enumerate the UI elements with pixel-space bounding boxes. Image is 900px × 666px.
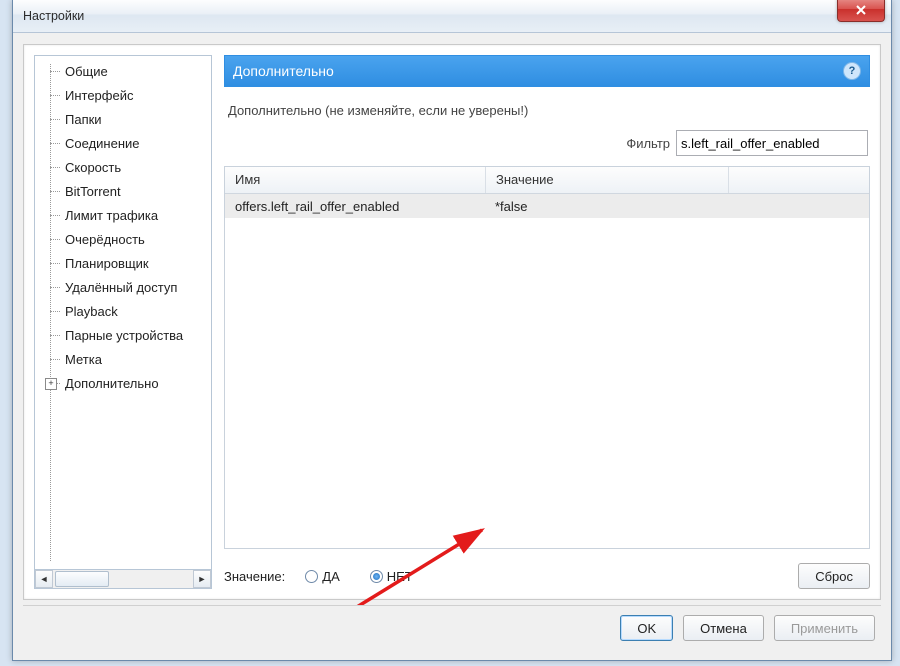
tree-item-label: Playback bbox=[65, 304, 118, 319]
category-tree[interactable]: Общие Интерфейс Папки Соединение Скорост… bbox=[34, 55, 212, 570]
pane-subtext: Дополнительно (не изменяйте, если не уве… bbox=[228, 103, 866, 118]
tree-item-label: Очерёдность bbox=[65, 232, 145, 247]
tree-item-general[interactable]: Общие bbox=[35, 60, 211, 84]
tree-item-queue[interactable]: Очерёдность bbox=[35, 228, 211, 252]
expand-icon[interactable]: + bbox=[45, 378, 57, 390]
help-icon[interactable]: ? bbox=[843, 62, 861, 80]
radio-no-label: НЕТ bbox=[387, 569, 413, 584]
tree-item-label: BitTorrent bbox=[65, 184, 121, 199]
dialog-body: Общие Интерфейс Папки Соединение Скорост… bbox=[23, 44, 881, 600]
close-icon bbox=[855, 4, 867, 16]
column-name[interactable]: Имя bbox=[225, 167, 486, 193]
tree-item-label: Скорость bbox=[65, 160, 121, 175]
tree-item-label: Удалённый доступ bbox=[65, 280, 177, 295]
radio-yes-wrap[interactable]: ДА bbox=[305, 569, 339, 584]
tree-horizontal-scrollbar[interactable]: ◄ ► bbox=[34, 570, 212, 589]
tree-item-label: Дополнительно bbox=[65, 376, 159, 391]
dialog-footer: OK Отмена Применить bbox=[23, 605, 881, 650]
filter-label: Фильтр bbox=[626, 136, 670, 151]
tree-item-label: Метка bbox=[65, 352, 102, 367]
tree-item-label[interactable]: Метка bbox=[35, 348, 211, 372]
reset-button[interactable]: Сброс bbox=[798, 563, 870, 589]
category-tree-wrap: Общие Интерфейс Папки Соединение Скорост… bbox=[34, 55, 212, 589]
cell-name: offers.left_rail_offer_enabled bbox=[225, 199, 485, 214]
radio-no[interactable] bbox=[370, 570, 383, 583]
scroll-thumb[interactable] bbox=[55, 571, 109, 587]
tree-item-playback[interactable]: Playback bbox=[35, 300, 211, 324]
tree-item-label: Интерфейс bbox=[65, 88, 133, 103]
ok-button[interactable]: OK bbox=[620, 615, 673, 641]
tree-item-label: Лимит трафика bbox=[65, 208, 158, 223]
tree-item-speed[interactable]: Скорость bbox=[35, 156, 211, 180]
tree-item-remote-access[interactable]: Удалённый доступ bbox=[35, 276, 211, 300]
filter-row: Фильтр bbox=[226, 130, 868, 156]
tree-item-label: Парные устройства bbox=[65, 328, 183, 343]
column-value[interactable]: Значение bbox=[486, 167, 729, 193]
value-editor-row: Значение: ДА НЕТ Сброс bbox=[224, 563, 870, 589]
cell-value: *false bbox=[485, 199, 869, 214]
tree-item-advanced[interactable]: + Дополнительно bbox=[35, 372, 211, 396]
filter-input[interactable] bbox=[676, 130, 868, 156]
tree-item-label: Папки bbox=[65, 112, 102, 127]
tree-item-label: Планировщик bbox=[65, 256, 149, 271]
table-row[interactable]: offers.left_rail_offer_enabled *false bbox=[225, 194, 869, 218]
scroll-right-button[interactable]: ► bbox=[193, 570, 211, 588]
settings-table[interactable]: Имя Значение offers.left_rail_offer_enab… bbox=[224, 166, 870, 549]
tree-item-bittorrent[interactable]: BitTorrent bbox=[35, 180, 211, 204]
tree-item-folders[interactable]: Папки bbox=[35, 108, 211, 132]
value-label: Значение: bbox=[224, 569, 285, 584]
tree-item-label: Общие bbox=[65, 64, 108, 79]
radio-no-wrap[interactable]: НЕТ bbox=[370, 569, 413, 584]
titlebar[interactable]: Настройки bbox=[13, 0, 891, 33]
apply-button[interactable]: Применить bbox=[774, 615, 875, 641]
table-header: Имя Значение bbox=[225, 167, 869, 194]
settings-window: Настройки Общие Интерфейс Папки Соединен… bbox=[12, 0, 892, 661]
pane-header: Дополнительно ? bbox=[224, 55, 870, 87]
pane-title: Дополнительно bbox=[233, 63, 334, 79]
radio-yes[interactable] bbox=[305, 570, 318, 583]
tree-item-paired-devices[interactable]: Парные устройства bbox=[35, 324, 211, 348]
close-button[interactable] bbox=[837, 0, 885, 22]
tree-item-label: Соединение bbox=[65, 136, 140, 151]
tree-item-connection[interactable]: Соединение bbox=[35, 132, 211, 156]
cancel-button[interactable]: Отмена bbox=[683, 615, 764, 641]
column-extra[interactable] bbox=[729, 167, 869, 193]
radio-yes-label: ДА bbox=[322, 569, 339, 584]
scroll-left-button[interactable]: ◄ bbox=[35, 570, 53, 588]
tree-item-interface[interactable]: Интерфейс bbox=[35, 84, 211, 108]
tree-item-scheduler[interactable]: Планировщик bbox=[35, 252, 211, 276]
advanced-pane: Дополнительно ? Дополнительно (не изменя… bbox=[224, 55, 870, 589]
window-title: Настройки bbox=[23, 9, 84, 23]
tree-item-traffic-limit[interactable]: Лимит трафика bbox=[35, 204, 211, 228]
table-body: offers.left_rail_offer_enabled *false bbox=[225, 194, 869, 548]
